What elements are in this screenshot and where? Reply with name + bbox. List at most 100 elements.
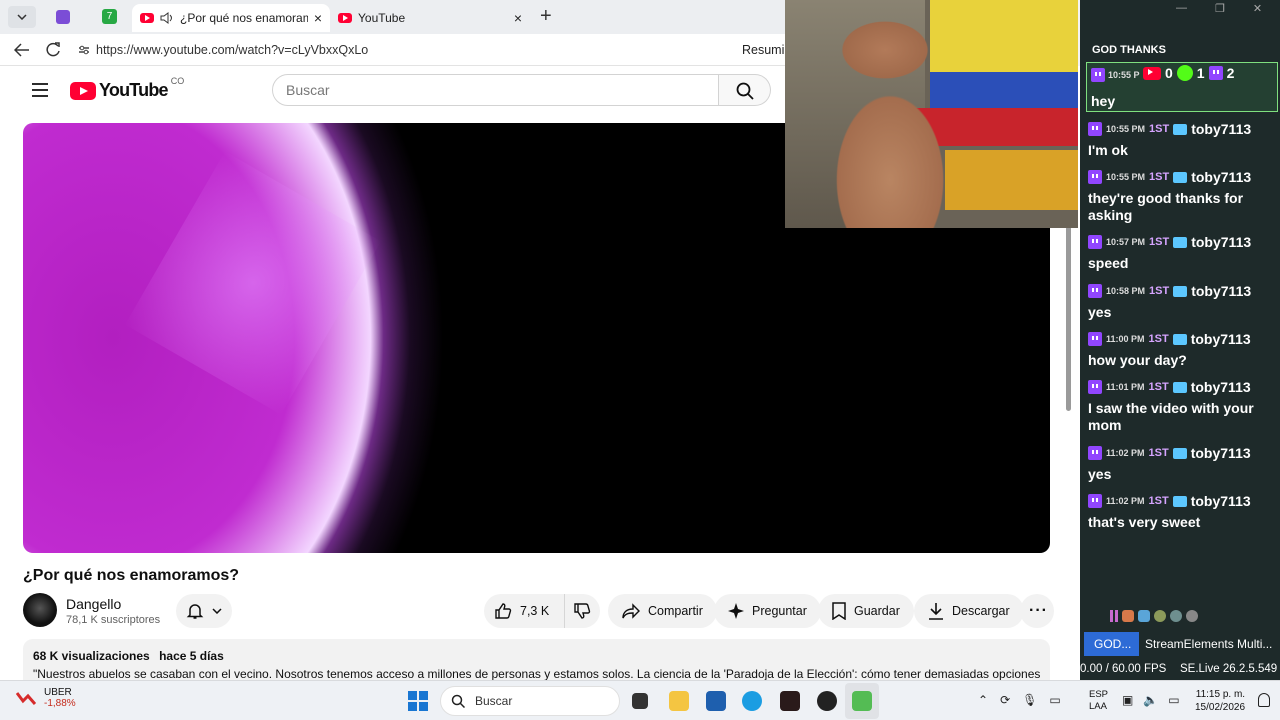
message-text: how your day? (1088, 352, 1187, 368)
close-tab-icon[interactable]: × (514, 10, 522, 26)
first-badge: 1ST (1149, 236, 1170, 248)
notification-bell-icon[interactable] (1258, 693, 1270, 707)
message-text: they're good thanks for asking (1088, 190, 1244, 223)
tab-active-video[interactable]: ¿Por qué nos enamoramos? × (132, 4, 330, 32)
back-arrow-icon[interactable] (14, 43, 30, 57)
like-count: 7,3 K (520, 604, 550, 618)
search-box[interactable]: Buscar (272, 74, 719, 106)
page-scrollbar[interactable] (1066, 226, 1071, 411)
start-button[interactable] (408, 691, 428, 711)
like-button[interactable]: 7,3 K (484, 594, 564, 628)
task-view-icon[interactable] (632, 693, 648, 709)
prime-crown-icon (1173, 285, 1188, 297)
chevron-down-icon (17, 14, 27, 20)
tray-icons: ⌃ ⟳ 🎙 ▭ (978, 693, 1061, 707)
twitch-icon (1091, 68, 1105, 82)
app-shield-icon[interactable] (780, 691, 800, 711)
tool-icon[interactable] (1122, 610, 1134, 622)
bell-icon (186, 604, 204, 619)
stock-trend-icon (16, 692, 36, 705)
microphone-icon[interactable]: 🎙 (1022, 693, 1037, 707)
notifications-button[interactable] (176, 594, 232, 628)
display-icon[interactable]: ▭ (1049, 693, 1060, 707)
search-icon (451, 694, 465, 708)
tray-overflow-icon[interactable]: ⌃ (978, 693, 988, 707)
clock[interactable]: 11:15 p. m. 15/02/2026 (1195, 688, 1245, 714)
kick-count: 1 (1196, 65, 1205, 81)
file-explorer-icon[interactable] (669, 691, 689, 711)
site-settings-icon[interactable] (78, 44, 90, 56)
download-label: Descargar (952, 604, 1010, 618)
language-code: ESP (1089, 689, 1109, 700)
new-tab-button[interactable]: + (540, 5, 552, 28)
message-time: 10:55 P (1108, 70, 1140, 80)
clock-time: 11:15 p. m. (1195, 689, 1246, 700)
twitch-icon (1088, 494, 1102, 508)
youtube-logo[interactable]: YouTube CO (70, 76, 184, 101)
close-icon[interactable]: ✕ (1253, 2, 1262, 15)
message-time: 10:58 PM (1106, 286, 1146, 296)
more-actions-button[interactable]: ··· (1020, 594, 1054, 628)
edge-browser-icon[interactable] (742, 691, 762, 711)
network-icon[interactable]: ▣ (1122, 693, 1133, 707)
language-indicator[interactable]: ESP LAA (1089, 689, 1108, 713)
tool-icon[interactable] (1154, 610, 1166, 622)
pinned-tab-camera[interactable] (56, 10, 70, 24)
tab-youtube[interactable]: YouTube × (330, 4, 530, 32)
obs-tab-streamelements[interactable]: StreamElements Multi... (1140, 632, 1278, 656)
region-code: CO (170, 75, 185, 86)
subscriber-count: 78,1 K suscriptores (66, 614, 161, 626)
tab-label: ¿Por qué nos enamoramos? (179, 11, 308, 25)
kick-icon (1176, 65, 1193, 81)
pinned-tab-seven[interactable]: 7 (102, 9, 117, 24)
obs-tab-god[interactable]: GOD... (1084, 632, 1139, 656)
share-arrow-icon (622, 603, 640, 619)
status-icons: ▣ 🔈 ▭ (1122, 693, 1180, 707)
chat-message: 11:02 PM 1ST toby7113 yes (1088, 444, 1278, 483)
ask-button[interactable]: Preguntar (714, 594, 821, 628)
minimize-icon[interactable]: — (1176, 2, 1187, 15)
store-icon[interactable] (706, 691, 726, 711)
pause-icon[interactable] (1110, 610, 1118, 622)
tab-list-dropdown[interactable] (8, 6, 36, 28)
message-time: 11:00 PM (1106, 334, 1145, 344)
tool-icon[interactable] (1138, 610, 1150, 622)
prime-crown-icon (1172, 495, 1187, 507)
prime-crown-icon (1172, 381, 1187, 393)
stock-widget[interactable]: UBER -1,88% (16, 687, 76, 709)
refresh-icon[interactable] (46, 42, 61, 57)
chat-panel: — ❐ ✕ GOD THANKS 10:55 P 0 1 2 hey 10:55… (1080, 0, 1280, 680)
channel-avatar[interactable] (23, 593, 57, 627)
tool-icon[interactable] (1170, 610, 1182, 622)
share-button[interactable]: Compartir (608, 594, 717, 628)
dislike-button[interactable] (564, 594, 600, 628)
url-field[interactable]: https://www.youtube.com/watch?v=cLyVbxxQ… (72, 38, 772, 62)
obs-icon[interactable] (817, 691, 837, 711)
tool-icon[interactable] (1186, 610, 1198, 622)
webcam-overlay (785, 0, 1078, 228)
message-text: I saw the video with your mom (1088, 400, 1254, 433)
close-tab-icon[interactable]: × (314, 10, 322, 26)
maximize-icon[interactable]: ❐ (1215, 2, 1225, 15)
username: toby7113 (1190, 331, 1251, 347)
language-layout: LAA (1089, 701, 1107, 712)
taskbar-search[interactable]: Buscar (440, 686, 620, 716)
logo-text: YouTube (99, 80, 169, 100)
youtube-favicon-icon (140, 13, 154, 23)
sync-icon[interactable]: ⟳ (1000, 693, 1010, 707)
save-button[interactable]: Guardar (818, 594, 914, 628)
search-button[interactable] (719, 74, 771, 106)
url-text: https://www.youtube.com/watch?v=cLyVbxxQ… (96, 43, 369, 57)
description-box[interactable]: 68 K visualizaciones hace 5 días "Nuestr… (23, 639, 1050, 680)
battery-icon[interactable]: ▭ (1168, 693, 1179, 707)
message-time: 11:02 PM (1106, 448, 1145, 458)
channel-name[interactable]: Dangello (66, 596, 121, 612)
active-app-indicator (845, 683, 879, 719)
hamburger-menu-icon[interactable] (32, 83, 48, 97)
volume-icon[interactable]: 🔈 (1143, 693, 1158, 707)
download-button[interactable]: Descargar (914, 594, 1024, 628)
share-label: Compartir (648, 604, 703, 618)
summarize-button[interactable]: Resumir (742, 43, 789, 57)
first-badge: 1ST (1149, 123, 1170, 135)
tab-label: YouTube (358, 11, 406, 25)
